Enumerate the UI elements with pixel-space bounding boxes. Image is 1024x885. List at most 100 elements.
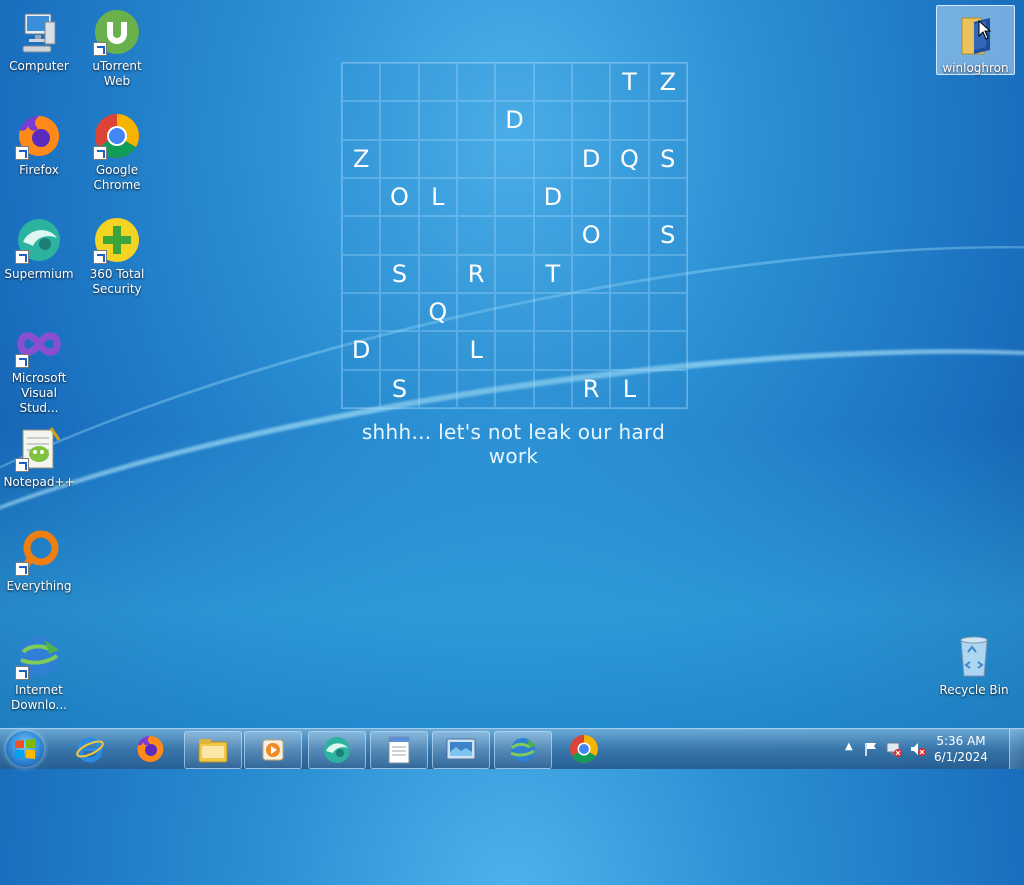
grid-cell xyxy=(533,292,572,332)
taskbar-idm[interactable] xyxy=(494,731,552,769)
visual-studio-icon xyxy=(15,320,63,368)
taskbar: ▲ 5:36 AM 6/1/2024 xyxy=(0,728,1024,769)
desktop-icon-360-security[interactable]: 360 Total Security xyxy=(79,216,155,297)
grid-cell xyxy=(610,254,649,293)
desktop-icon-chrome[interactable]: Google Chrome xyxy=(79,112,155,193)
grid-cell: D xyxy=(495,101,534,140)
shortcut-arrow-icon xyxy=(93,146,107,160)
grid-cell xyxy=(380,63,419,102)
grid-cell xyxy=(648,101,687,140)
grid-cell xyxy=(533,63,572,102)
grid-cell xyxy=(571,177,611,217)
grid-cell xyxy=(533,216,572,255)
grid-cell xyxy=(380,331,419,370)
taskbar-media-player[interactable] xyxy=(244,731,302,769)
shortcut-arrow-icon xyxy=(15,666,29,680)
grid-cell xyxy=(456,63,496,102)
grid-cell: Q xyxy=(418,292,457,332)
taskbar-supermium[interactable] xyxy=(308,731,366,769)
grid-cell: Z xyxy=(648,63,687,102)
grid-cell xyxy=(571,331,611,370)
firefox-icon xyxy=(15,112,63,160)
grid-cell xyxy=(533,369,572,408)
grid-cell: O xyxy=(380,177,419,217)
grid-cell: Z xyxy=(342,139,381,178)
clock[interactable]: 5:36 AM 6/1/2024 xyxy=(932,733,990,765)
wallpaper-caption: shhh... let's not leak our hard work xyxy=(361,420,666,468)
grid-cell xyxy=(418,254,457,293)
grid-cell xyxy=(533,139,572,178)
desktop-icon-supermium[interactable]: Supermium xyxy=(1,216,77,282)
start-button[interactable] xyxy=(6,731,44,767)
taskbar-screen[interactable] xyxy=(432,731,490,769)
grid-cell xyxy=(571,63,611,102)
grid-cell xyxy=(610,331,649,370)
shortcut-arrow-icon xyxy=(15,354,29,368)
desktop-icon-idm[interactable]: Internet Downlo... xyxy=(1,632,77,713)
internet-explorer-icon xyxy=(76,737,104,763)
360-security-icon xyxy=(93,216,141,264)
screen-icon xyxy=(446,738,476,760)
grid-cell xyxy=(495,331,534,370)
grid-cell xyxy=(610,292,649,332)
shortcut-arrow-icon xyxy=(15,458,29,472)
grid-cell: T xyxy=(610,63,649,102)
grid-cell xyxy=(648,292,687,332)
grid-cell: D xyxy=(571,139,611,178)
desktop-icon-visual-studio[interactable]: Microsoft Visual Stud... xyxy=(1,320,77,416)
grid-cell xyxy=(648,254,687,293)
windows-logo-icon xyxy=(15,739,35,759)
notepadpp-icon xyxy=(15,424,63,472)
utorrent-icon xyxy=(93,8,141,56)
grid-cell xyxy=(342,216,381,255)
taskbar-notepad[interactable] xyxy=(370,731,428,769)
grid-cell xyxy=(571,101,611,140)
desktop-icon-recycle-bin[interactable]: Recycle Bin xyxy=(936,632,1012,698)
show-desktop-button[interactable] xyxy=(1009,729,1024,769)
chrome-icon xyxy=(570,735,598,763)
grid-cell xyxy=(495,254,534,293)
grid-cell xyxy=(495,139,534,178)
taskbar-file-explorer[interactable] xyxy=(184,731,242,769)
show-hidden-icons-button[interactable]: ▲ xyxy=(845,741,853,752)
grid-cell: L xyxy=(610,369,649,408)
desktop-icon-firefox[interactable]: Firefox xyxy=(1,112,77,178)
grid-cell xyxy=(495,369,534,408)
grid-cell xyxy=(418,101,457,140)
supermium-icon xyxy=(15,216,63,264)
taskbar-firefox[interactable] xyxy=(122,731,178,767)
grid-cell: Q xyxy=(610,139,649,178)
action-center-flag-icon[interactable] xyxy=(863,741,879,757)
grid-cell xyxy=(610,216,649,255)
desktop-icon-utorrent[interactable]: uTorrent Web xyxy=(79,8,155,89)
mouse-cursor-icon xyxy=(978,20,991,40)
shortcut-arrow-icon xyxy=(93,250,107,264)
grid-cell: S xyxy=(380,369,419,408)
taskbar-chrome[interactable] xyxy=(556,731,612,767)
chrome-icon xyxy=(93,112,141,160)
desktop-icon-computer[interactable]: Computer xyxy=(1,8,77,74)
desktop-icon-everything[interactable]: Everything xyxy=(1,528,77,594)
desktop-icon-notepadpp[interactable]: Notepad++ xyxy=(1,424,77,490)
network-disconnected-icon[interactable] xyxy=(885,740,903,758)
volume-muted-icon[interactable] xyxy=(909,740,927,758)
grid-cell: L xyxy=(456,331,496,370)
media-player-icon xyxy=(262,739,284,761)
grid-cell xyxy=(342,63,381,102)
grid-cell xyxy=(456,177,496,217)
grid-cell xyxy=(418,369,457,408)
grid-cell xyxy=(380,101,419,140)
grid-cell xyxy=(495,177,534,217)
grid-cell: O xyxy=(571,216,611,255)
taskbar-internet-explorer[interactable] xyxy=(62,731,118,767)
grid-cell xyxy=(456,292,496,332)
idm-icon xyxy=(15,632,63,680)
desktop-icon-winloghron[interactable]: winloghron xyxy=(936,5,1015,75)
grid-cell xyxy=(495,292,534,332)
idm-icon xyxy=(510,738,536,762)
grid-cell xyxy=(380,292,419,332)
grid-cell xyxy=(571,254,611,293)
grid-cell xyxy=(380,139,419,178)
system-tray: ▲ 5:36 AM 6/1/2024 xyxy=(839,729,1024,769)
grid-cell: R xyxy=(456,254,496,293)
